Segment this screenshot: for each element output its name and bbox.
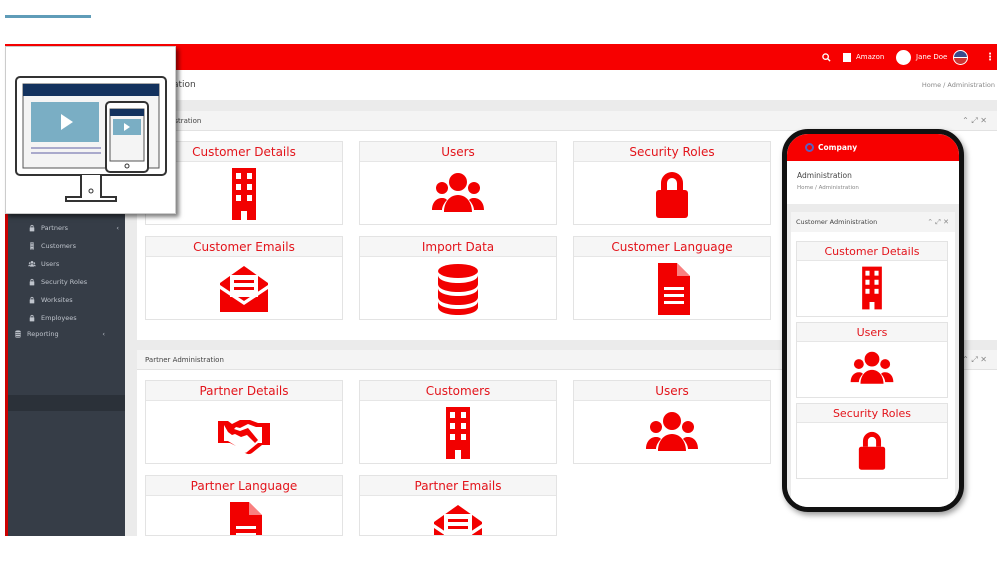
phone-breadcrumb[interactable]: Home / Administration bbox=[797, 185, 859, 191]
tile-title: Partner Details bbox=[146, 381, 342, 401]
flag-icon[interactable] bbox=[953, 44, 968, 70]
tile-title: Customer Language bbox=[574, 237, 770, 257]
phone-tile-customer-details[interactable]: Customer Details bbox=[796, 241, 948, 317]
tile-import-data[interactable]: Import Data bbox=[359, 236, 557, 320]
database-icon bbox=[430, 263, 486, 315]
file-icon bbox=[644, 263, 700, 315]
tile-title: Customers bbox=[360, 381, 556, 401]
tile-partner-emails[interactable]: Partner Emails bbox=[359, 475, 557, 536]
tile-security-roles[interactable]: Security Roles bbox=[573, 141, 771, 225]
phone-tile-security-roles[interactable]: Security Roles bbox=[796, 403, 948, 479]
building-icon bbox=[28, 242, 36, 250]
company-selector[interactable]: Amazon bbox=[843, 44, 884, 70]
card-title: Partner Administration bbox=[145, 355, 224, 364]
phone-tile-users[interactable]: Users bbox=[796, 322, 948, 398]
tile-title: Customer Emails bbox=[146, 237, 342, 257]
building-icon bbox=[216, 168, 272, 220]
tile-title: Customer Details bbox=[797, 242, 947, 261]
tile-title: Users bbox=[360, 142, 556, 162]
briefcase-icon bbox=[28, 224, 36, 232]
tile-title: Users bbox=[574, 381, 770, 401]
sidebar-item-label: Customers bbox=[41, 242, 76, 250]
sidebar-item-reporting[interactable]: Reporting ‹ bbox=[14, 330, 109, 338]
page-header: ation Home / Administration bbox=[125, 70, 997, 100]
user-name: Jane Doe bbox=[916, 53, 948, 61]
tile-title: Security Roles bbox=[574, 142, 770, 162]
tile-partner-language[interactable]: Partner Language bbox=[145, 475, 343, 536]
file-icon bbox=[216, 502, 272, 536]
sidebar-item-label: Users bbox=[41, 260, 60, 268]
phone-brand: Company bbox=[818, 143, 858, 152]
building-icon bbox=[430, 407, 486, 459]
chevron-left-icon: ‹ bbox=[102, 330, 105, 338]
tile-title: Partner Emails bbox=[360, 476, 556, 496]
sidebar-item-label: Worksites bbox=[41, 296, 73, 304]
sidebar-item-employees[interactable]: Employees bbox=[28, 314, 123, 322]
phone-navbar: Company bbox=[787, 134, 959, 161]
handshake-icon bbox=[216, 407, 272, 459]
kebab-icon[interactable]: ⋮ bbox=[985, 44, 995, 70]
sidebar-item-worksites[interactable]: Worksites bbox=[28, 296, 123, 304]
tile-users[interactable]: Users bbox=[573, 380, 771, 464]
user-menu[interactable]: Jane Doe bbox=[896, 44, 947, 70]
sidebar-item-label: Employees bbox=[41, 314, 77, 322]
chart-icon bbox=[14, 330, 22, 338]
chevron-left-icon: ‹ bbox=[116, 224, 119, 232]
building-icon bbox=[843, 52, 851, 62]
marker-icon bbox=[28, 314, 36, 322]
company-logo-icon bbox=[805, 143, 814, 152]
marker-icon bbox=[28, 296, 36, 304]
tile-customers[interactable]: Customers bbox=[359, 380, 557, 464]
sidebar-item-partners[interactable]: Partners ‹ bbox=[28, 224, 123, 232]
tile-customer-emails[interactable]: Customer Emails bbox=[145, 236, 343, 320]
lock-icon bbox=[28, 278, 36, 286]
sidebar-item-label: Reporting bbox=[27, 330, 59, 338]
building-icon bbox=[849, 265, 895, 311]
sidebar-section-reporting bbox=[8, 395, 125, 411]
search-icon[interactable] bbox=[822, 44, 831, 70]
avatar bbox=[896, 49, 911, 65]
tile-title: Users bbox=[797, 323, 947, 342]
decorative-line bbox=[5, 15, 91, 18]
sidebar-item-customers[interactable]: Customers bbox=[28, 242, 123, 250]
users-icon bbox=[430, 168, 486, 220]
lock-icon bbox=[849, 427, 895, 473]
sidebar-item-users[interactable]: Users bbox=[28, 260, 123, 268]
envelope-open-icon bbox=[430, 502, 486, 536]
phone-page-title: Administration bbox=[797, 171, 852, 180]
breadcrumb[interactable]: Home / Administration bbox=[922, 81, 995, 89]
tile-users[interactable]: Users bbox=[359, 141, 557, 225]
tile-title: Import Data bbox=[360, 237, 556, 257]
card-controls[interactable]: ⌃ ⤢ ✕ bbox=[962, 116, 987, 126]
tile-title: Partner Language bbox=[146, 476, 342, 496]
users-icon bbox=[644, 407, 700, 459]
tile-customer-language[interactable]: Customer Language bbox=[573, 236, 771, 320]
page-title: ation bbox=[173, 80, 196, 90]
company-name: Amazon bbox=[856, 53, 885, 61]
tile-partner-details[interactable]: Partner Details bbox=[145, 380, 343, 464]
responsive-design-illustration bbox=[5, 46, 176, 214]
card-controls[interactable]: ⌃ ⤢ ✕ bbox=[927, 212, 949, 232]
sidebar-item-label: Security Roles bbox=[41, 278, 88, 286]
tile-title: Security Roles bbox=[797, 404, 947, 423]
sidebar-item-security-roles[interactable]: Security Roles bbox=[28, 278, 123, 286]
users-icon bbox=[28, 260, 36, 268]
mobile-phone-preview: Company Administration Home / Administra… bbox=[782, 129, 964, 512]
phone-card-title: Customer Administration bbox=[796, 218, 878, 226]
lock-icon bbox=[644, 168, 700, 220]
envelope-open-icon bbox=[216, 263, 272, 315]
sidebar-item-label: Partners bbox=[41, 224, 69, 232]
card-controls[interactable]: ⌃ ⤢ ✕ bbox=[962, 355, 987, 365]
users-icon bbox=[849, 346, 895, 392]
